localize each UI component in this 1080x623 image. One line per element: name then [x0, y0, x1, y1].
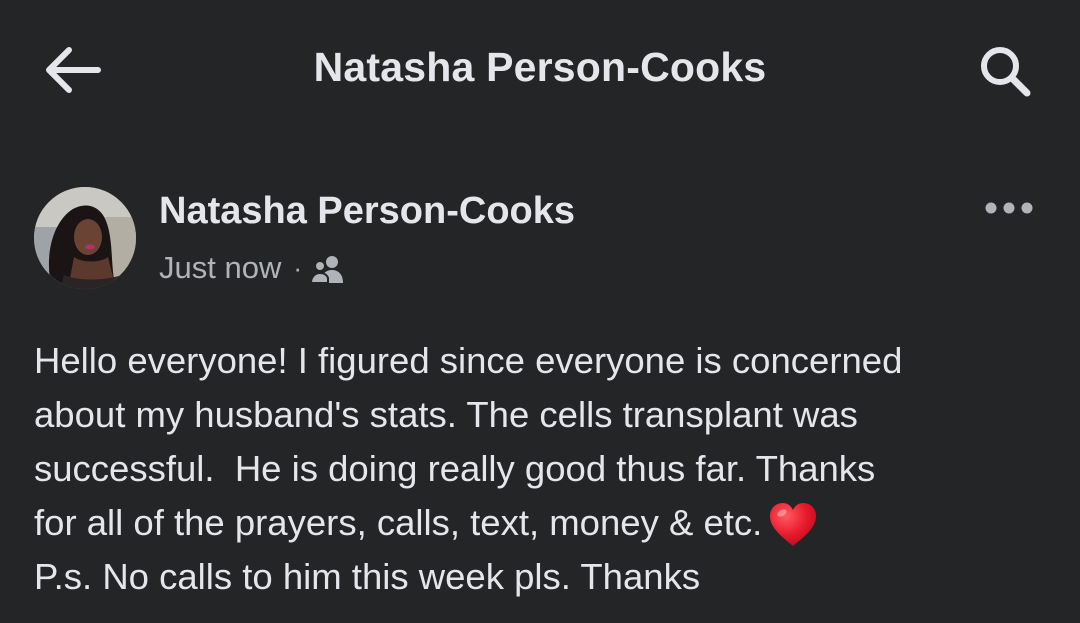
friends-audience-icon[interactable]	[310, 254, 344, 284]
red-heart-icon	[768, 502, 818, 548]
top-bar: Natasha Person-Cooks	[0, 0, 1080, 140]
post-text: Hello everyone! I figured since everyone…	[34, 334, 1044, 604]
post-line-with-emoji: for all of the prayers, calls, text, mon…	[34, 496, 1044, 550]
post-line: successful. He is doing really good thus…	[34, 448, 876, 489]
meta-separator: ·	[293, 252, 303, 283]
post-line: Hello everyone! I figured since everyone…	[34, 340, 903, 381]
more-options-icon	[985, 202, 1033, 214]
post-line: P.s. No calls to him this week pls. Than…	[34, 556, 701, 597]
page-title: Natasha Person-Cooks	[313, 44, 767, 90]
post-detail-screen: Natasha Person-Cooks Natasha Person-Cook…	[0, 0, 1080, 623]
author-name[interactable]: Natasha Person-Cooks	[159, 190, 575, 233]
post-meta: Just now ·	[159, 248, 344, 288]
avatar[interactable]	[34, 187, 136, 289]
profile-photo	[34, 187, 136, 289]
search-button[interactable]	[966, 38, 1046, 106]
post-line: about my husband's stats. The cells tran…	[34, 394, 858, 435]
search-icon	[981, 47, 1031, 97]
post-timestamp[interactable]: Just now	[159, 250, 281, 286]
post-line: for all of the prayers, calls, text, mon…	[34, 502, 763, 543]
more-options-button[interactable]	[976, 186, 1042, 230]
